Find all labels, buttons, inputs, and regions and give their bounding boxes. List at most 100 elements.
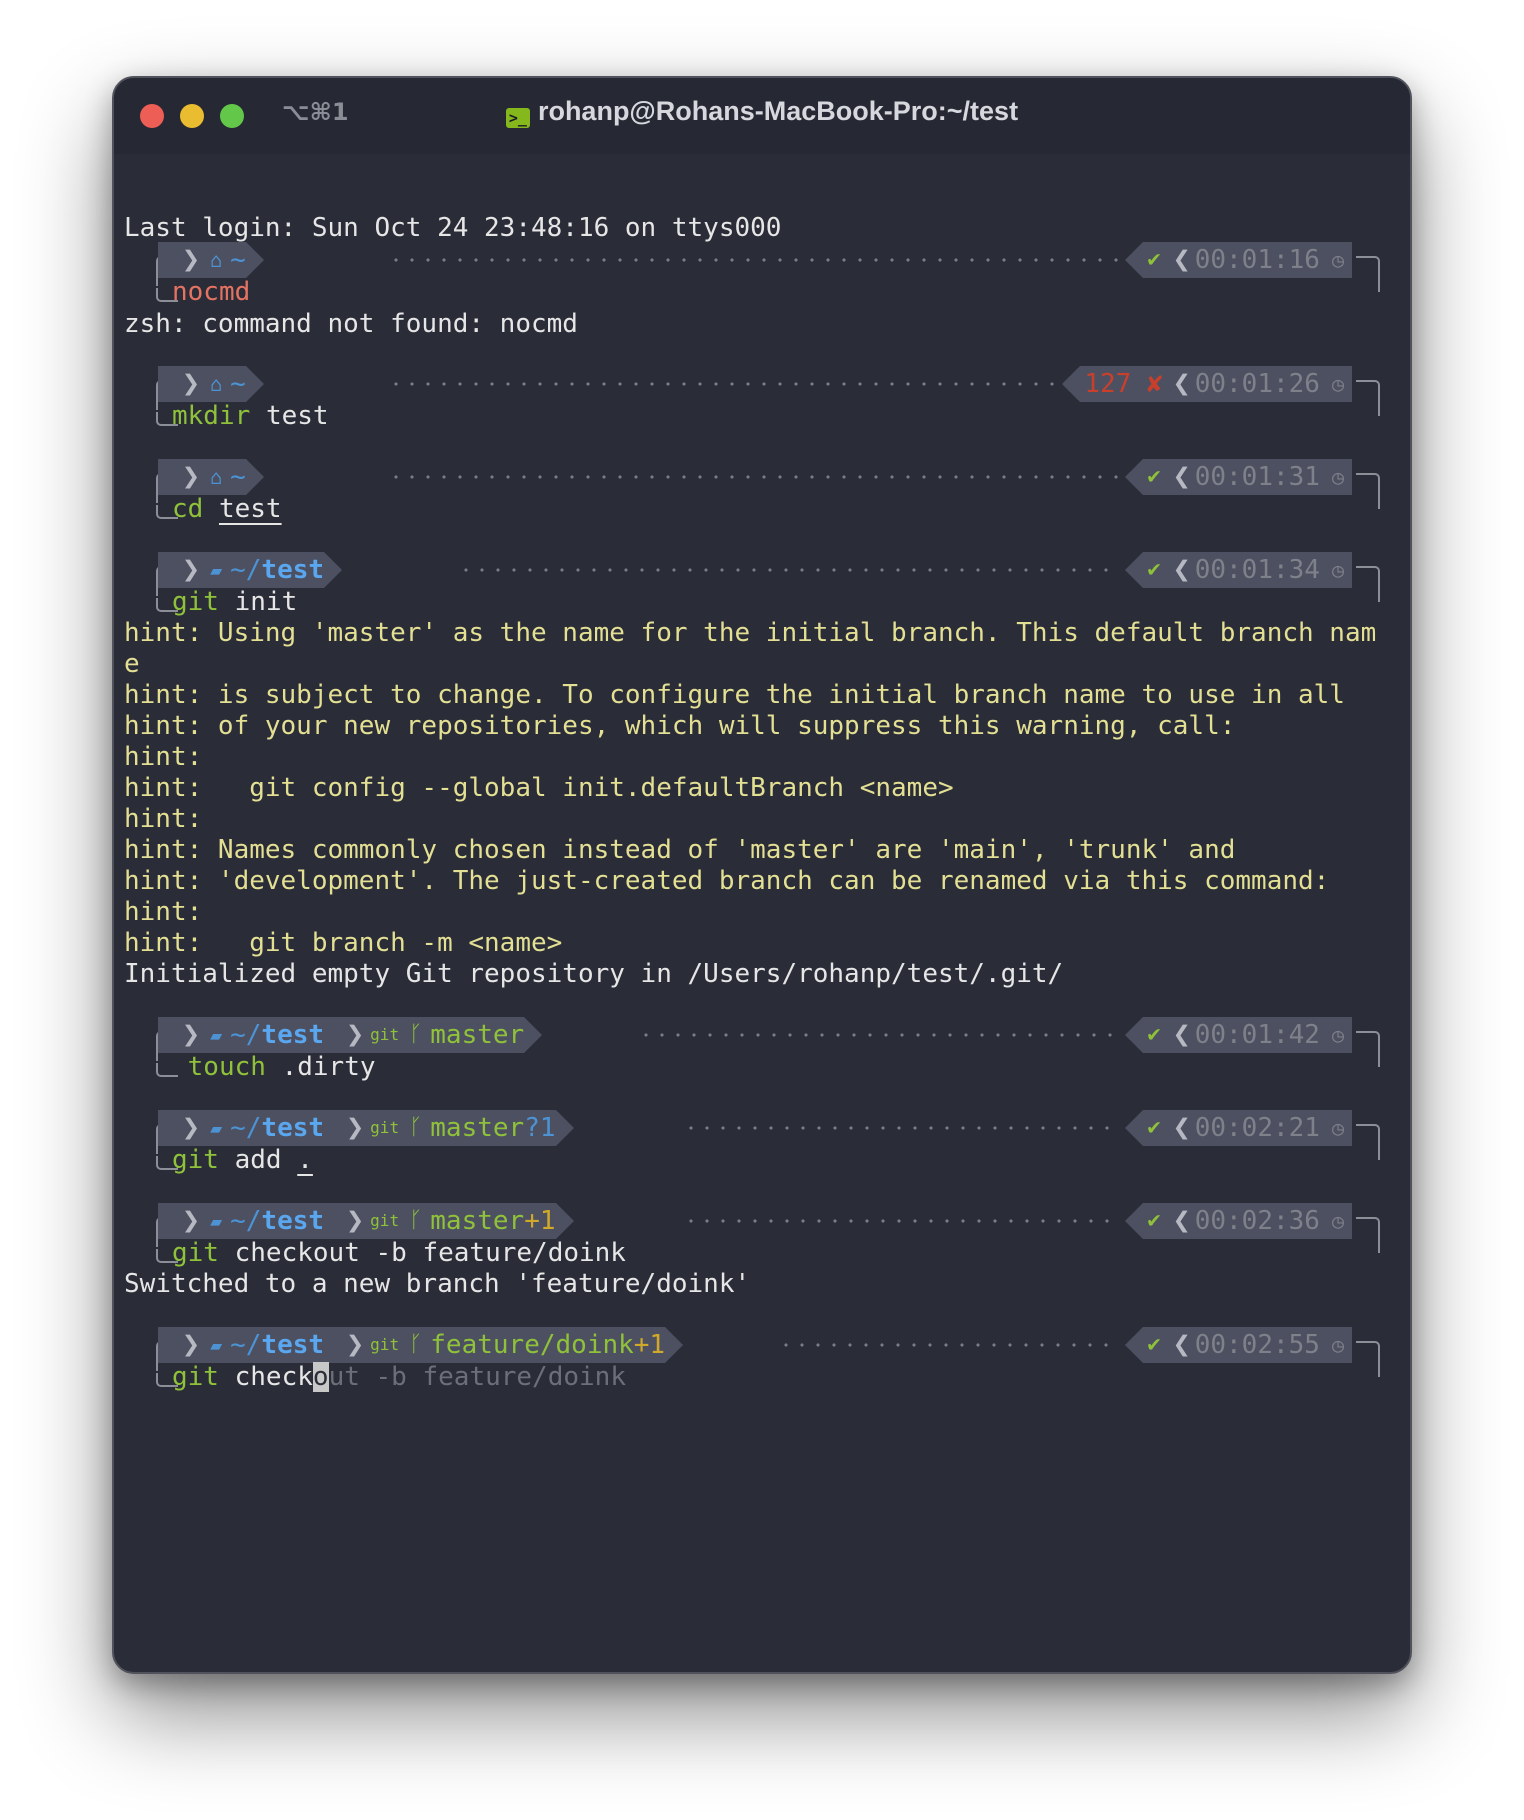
separator-icon: ❯ [328,1017,365,1052]
prompt-filler [774,1327,1120,1363]
prompt-dir-name: test [261,1330,325,1360]
separator-icon: ❯ [182,459,201,494]
git-label: git [370,1118,400,1137]
status-ok-icon: ✔ [1147,557,1161,582]
prompt-frame [1356,566,1380,602]
prompt-left-segment: ❯ ▰ ~/test ❯ git ᚴ master [158,1017,543,1053]
home-icon: ⌂ [210,248,223,272]
command-line: git add . [172,1142,313,1178]
prompt-filler [384,366,1065,402]
prompt-left-segment: ❯ ▰ ~/test ❯ git ᚴ master ?1 [158,1110,574,1146]
title-bar: ⌥⌘1 >_ rohanp@Rohans-MacBook-Pro:~/test [114,78,1410,154]
git-staged-count: +1 [633,1330,666,1360]
separator-icon: ❮ [1172,1017,1191,1052]
prompt-left-segment: ❯ ▰ ~/test [158,552,343,588]
clock-icon: ◷ [1331,372,1344,396]
prompt-right-segment: ✔ ❮ 00:02:36 ◷ [1125,1203,1352,1239]
window-title: >_ rohanp@Rohans-MacBook-Pro:~/test [114,96,1410,128]
separator-icon: ❯ [182,242,201,277]
separator-icon: ❮ [1172,366,1191,401]
prompt-time: 00:02:21 [1194,1113,1320,1143]
output-line: zsh: command not found: nocmd [124,309,578,339]
clock-icon: ◷ [1331,558,1344,582]
hint-line: hint: git config --global init.defaultBr… [124,773,954,803]
prompt-right-segment: ✔ ❮ 00:01:16 ◷ [1125,242,1352,278]
prompt-frame [1356,1217,1380,1253]
window-title-text: rohanp@Rohans-MacBook-Pro:~/test [537,96,1019,126]
git-label: git [370,1211,400,1230]
prompt-dir-name: test [261,1206,325,1236]
prompt-dir-prefix: ~/ [230,1330,262,1360]
separator-icon: ❮ [1172,552,1191,587]
command-typed: check [234,1362,313,1392]
command-line: touch .dirty [172,1049,376,1085]
separator-icon: ❯ [328,1110,365,1145]
output-line: Switched to a new branch 'feature/doink' [124,1269,751,1299]
command-line: cd test [172,491,282,527]
separator-icon: ❯ [182,366,201,401]
prompt-dir-prefix: ~/ [230,555,262,585]
branch-icon: ᚴ [409,1022,423,1047]
command-name: mkdir [172,401,251,431]
prompt-frame [1356,1341,1380,1377]
prompt-right-segment: ✔ ❮ 00:01:31 ◷ [1125,459,1352,495]
prompt-time: 00:02:36 [1194,1206,1320,1236]
prompt-filler [679,1203,1120,1239]
command-text: nocmd [172,277,251,307]
terminal-icon: >_ [505,108,530,128]
prompt-left-segment: ❯ ▰ ~/test ❯ git ᚴ master +1 [158,1203,574,1239]
git-label: git [370,1335,400,1354]
command-name: git [172,587,219,617]
command-input-line[interactable]: git checkout -b feature/doink [172,1359,626,1395]
command-line: mkdir test [172,398,329,434]
command-name: touch [187,1052,266,1082]
separator-icon: ❯ [182,1110,201,1145]
home-icon: ⌂ [210,465,223,489]
separator-icon: ❯ [182,552,201,587]
text-cursor: o [312,1362,329,1392]
status-ok-icon: ✔ [1147,1022,1161,1047]
prompt-time: 00:01:34 [1194,555,1320,585]
prompt-frame [1356,256,1380,292]
separator-icon: ❮ [1172,242,1191,277]
git-branch: feature/doink [430,1330,634,1360]
prompt-frame [1356,380,1380,416]
clock-icon: ◷ [1331,1116,1344,1140]
branch-icon: ᚴ [409,1332,423,1357]
prompt-dir-name: test [261,555,325,585]
hint-line: hint: Using 'master' as the name for the… [124,618,1377,648]
command-name: git [172,1362,219,1392]
autosuggestion: ut -b feature/doink [328,1362,626,1392]
status-ok-icon: ✔ [1147,247,1161,272]
separator-icon: ❯ [328,1327,365,1362]
prompt-right-segment: ✔ ❮ 00:01:42 ◷ [1125,1017,1352,1053]
status-ok-icon: ✔ [1147,1332,1161,1357]
prompt-left-segment: ❯ ▰ ~/test ❯ git ᚴ feature/doink +1 [158,1327,684,1363]
prompt-dir-prefix: ~/ [230,1113,262,1143]
git-untracked-count: ?1 [524,1113,556,1143]
prompt-left-segment: ❯ ⌂ ~ [158,366,264,402]
command-args: .dirty [281,1052,376,1082]
prompt-filler [384,242,1120,278]
output-line: Initialized empty Git repository in /Use… [124,959,1064,989]
prompt-frame [1356,1124,1380,1160]
git-branch: master [430,1020,525,1050]
prompt-right-segment: ✔ ❮ 00:02:21 ◷ [1125,1110,1352,1146]
separator-icon: ❮ [1172,459,1191,494]
command-args: checkout -b feature/doink [234,1238,626,1268]
folder-icon: ▰ [210,558,223,582]
command-name: git [172,1145,219,1175]
prompt-dir: ~ [230,462,246,492]
clock-icon: ◷ [1331,1209,1344,1233]
folder-icon: ▰ [210,1333,223,1357]
clock-icon: ◷ [1331,248,1344,272]
command-args: add [234,1145,282,1175]
git-branch: master [430,1113,525,1143]
prompt-time: 00:01:16 [1194,245,1320,275]
terminal-content[interactable]: Last login: Sun Oct 24 23:48:16 on ttys0… [114,154,1410,1672]
prompt-filler [679,1110,1120,1146]
separator-icon: ❯ [182,1203,201,1238]
prompt-right-segment: ✔ ❮ 00:01:34 ◷ [1125,552,1352,588]
branch-icon: ᚴ [409,1115,423,1140]
command-args: test [265,401,329,431]
